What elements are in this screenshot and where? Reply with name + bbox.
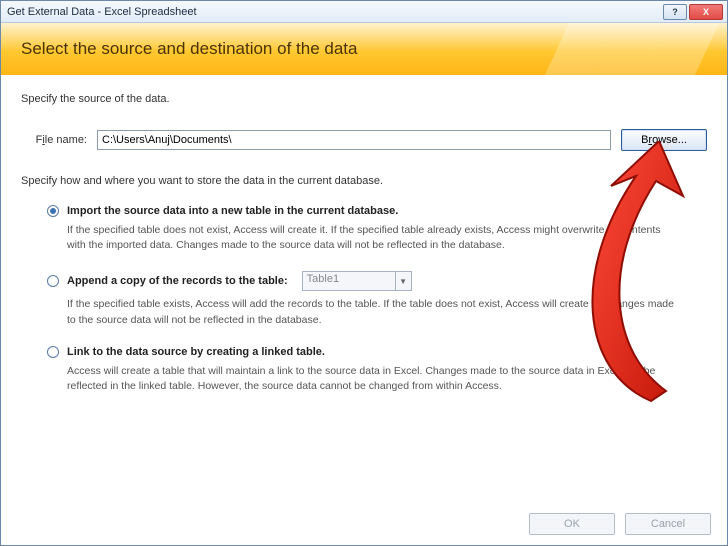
option-label[interactable]: Append a copy of the records to the tabl…	[67, 275, 288, 287]
option-description: If the specified table does not exist, A…	[67, 223, 677, 253]
help-button[interactable]: ?	[663, 4, 687, 20]
store-section-label: Specify how and where you want to store …	[21, 175, 707, 187]
close-button[interactable]: X	[689, 4, 723, 20]
options-group: Import the source data into a new table …	[21, 205, 707, 394]
banner-heading: Select the source and destination of the…	[21, 39, 357, 59]
radio-append-records[interactable]	[47, 275, 59, 287]
radio-import-new-table[interactable]	[47, 205, 59, 217]
option-description: If the specified table exists, Access wi…	[67, 297, 677, 327]
option-label[interactable]: Link to the data source by creating a li…	[67, 346, 325, 358]
chevron-down-icon: ▼	[395, 272, 411, 290]
file-name-label: File name:	[21, 134, 87, 146]
banner: Select the source and destination of the…	[1, 23, 727, 75]
option-append-records: Append a copy of the records to the tabl…	[47, 271, 707, 327]
file-row: File name: Browse...	[21, 129, 707, 151]
table-select-value: Table1	[307, 273, 339, 285]
window-title: Get External Data - Excel Spreadsheet	[5, 6, 661, 18]
file-name-input[interactable]	[97, 130, 611, 150]
cancel-button[interactable]: Cancel	[625, 513, 711, 535]
source-section-label: Specify the source of the data.	[21, 93, 707, 105]
browse-button[interactable]: Browse...	[621, 129, 707, 151]
radio-link-data[interactable]	[47, 346, 59, 358]
option-link-data: Link to the data source by creating a li…	[47, 346, 707, 394]
content-area: Specify the source of the data. File nam…	[1, 75, 727, 394]
option-import-new-table: Import the source data into a new table …	[47, 205, 707, 253]
table-select[interactable]: Table1 ▼	[302, 271, 412, 291]
dialog-window: Get External Data - Excel Spreadsheet ? …	[0, 0, 728, 546]
option-label[interactable]: Import the source data into a new table …	[67, 205, 398, 217]
footer-buttons: OK Cancel	[529, 513, 711, 535]
option-description: Access will create a table that will mai…	[67, 364, 677, 394]
ok-button[interactable]: OK	[529, 513, 615, 535]
titlebar: Get External Data - Excel Spreadsheet ? …	[1, 1, 727, 23]
